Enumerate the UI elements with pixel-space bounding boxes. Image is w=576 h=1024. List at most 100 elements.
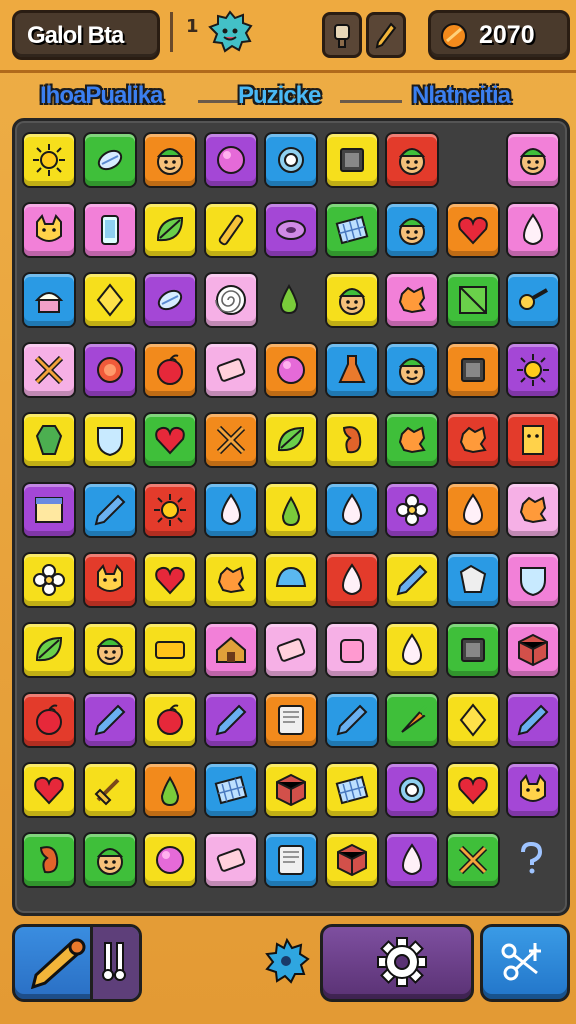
board-tile[interactable]: [22, 832, 76, 888]
board-tile[interactable]: [203, 272, 258, 328]
board-tile[interactable]: [82, 132, 137, 188]
tab-puzicke[interactable]: Puzicke: [238, 82, 321, 110]
board-tile[interactable]: [264, 412, 318, 468]
board-tile[interactable]: [82, 202, 137, 258]
board-tile[interactable]: [506, 622, 560, 678]
board-tile[interactable]: [82, 482, 137, 538]
board-tile[interactable]: [203, 482, 258, 538]
board-tile[interactable]: [324, 482, 379, 538]
board-tile[interactable]: [264, 202, 318, 258]
board-tile[interactable]: [22, 272, 76, 328]
board-tile[interactable]: [264, 482, 318, 538]
board-tile[interactable]: [506, 762, 560, 818]
board-tile[interactable]: [143, 622, 197, 678]
board-tile[interactable]: [143, 552, 197, 608]
board-tile[interactable]: [264, 552, 318, 608]
board-tile[interactable]: [203, 832, 258, 888]
tab-nlatneitia[interactable]: Nlatneitia: [412, 82, 511, 110]
board-tile[interactable]: [385, 762, 439, 818]
board-tile[interactable]: [445, 342, 500, 398]
board-tile[interactable]: [82, 622, 137, 678]
board-tile[interactable]: [264, 832, 318, 888]
lantern-button[interactable]: [322, 12, 362, 58]
board-tile[interactable]: [82, 342, 137, 398]
board-tile[interactable]: [264, 762, 318, 818]
board-tile[interactable]: [385, 272, 439, 328]
board-tile[interactable]: [143, 762, 197, 818]
board-tile[interactable]: [82, 692, 137, 748]
board-tile[interactable]: [385, 132, 439, 188]
settings-button[interactable]: [320, 924, 474, 1002]
board-tile[interactable]: [22, 342, 76, 398]
board-tile[interactable]: [324, 692, 379, 748]
board-tile[interactable]: [203, 622, 258, 678]
board-tile[interactable]: [82, 552, 137, 608]
board-tile[interactable]: [385, 832, 439, 888]
board-tile[interactable]: [445, 202, 500, 258]
board-tile[interactable]: [445, 272, 500, 328]
board-tile[interactable]: [506, 412, 560, 468]
tab-ihoapualika[interactable]: IhoaPualika: [40, 82, 163, 110]
board-tile[interactable]: [324, 762, 379, 818]
board-tile[interactable]: [22, 552, 76, 608]
board-tile[interactable]: [203, 342, 258, 398]
board-tile[interactable]: [324, 272, 379, 328]
board-tile[interactable]: [264, 342, 318, 398]
tools-button[interactable]: [480, 924, 570, 1002]
board-tile[interactable]: [22, 622, 76, 678]
board-tile[interactable]: [143, 272, 197, 328]
board-tile[interactable]: [22, 692, 76, 748]
scissors-tab[interactable]: [90, 927, 139, 999]
board-tile[interactable]: [203, 202, 258, 258]
board-tile[interactable]: [22, 202, 76, 258]
board-tile[interactable]: [385, 202, 439, 258]
board-tile[interactable]: [324, 552, 379, 608]
board-tile[interactable]: [506, 692, 560, 748]
board-tile[interactable]: [506, 552, 560, 608]
board-tile[interactable]: [445, 552, 500, 608]
board-tile[interactable]: [143, 692, 197, 748]
board-tile[interactable]: [385, 342, 439, 398]
board-tile[interactable]: [445, 762, 500, 818]
board-tile[interactable]: [324, 412, 379, 468]
board-tile[interactable]: [22, 762, 76, 818]
board-tile[interactable]: [203, 412, 258, 468]
board-tile[interactable]: [143, 482, 197, 538]
board-tile[interactable]: [22, 412, 76, 468]
board-tile[interactable]: [22, 132, 76, 188]
board-tile[interactable]: [82, 762, 137, 818]
board-tile[interactable]: [82, 412, 137, 468]
board-tile[interactable]: [264, 622, 318, 678]
board-tile[interactable]: [385, 482, 439, 538]
board-tile[interactable]: [324, 622, 379, 678]
board-tile[interactable]: [82, 272, 137, 328]
board-tile[interactable]: [506, 132, 560, 188]
board-tile[interactable]: [264, 692, 318, 748]
board-tile[interactable]: [203, 762, 258, 818]
board-tile[interactable]: [506, 202, 560, 258]
board-tile[interactable]: [506, 832, 560, 888]
board-tile[interactable]: [324, 132, 379, 188]
board-tile[interactable]: [445, 832, 500, 888]
board-tile[interactable]: [143, 342, 197, 398]
board-tile[interactable]: [445, 412, 500, 468]
board-tile[interactable]: [324, 832, 379, 888]
board-tile[interactable]: [324, 202, 379, 258]
board-tile[interactable]: [82, 832, 137, 888]
board-tile[interactable]: [445, 482, 500, 538]
board-tile[interactable]: [264, 272, 318, 328]
board-tile[interactable]: [506, 342, 560, 398]
board-tile[interactable]: [143, 202, 197, 258]
board-tile[interactable]: [506, 482, 560, 538]
board-tile[interactable]: [22, 482, 76, 538]
board-tile[interactable]: [143, 132, 197, 188]
pencil-tool-button[interactable]: [12, 924, 142, 1002]
board-tile[interactable]: [324, 342, 379, 398]
board-tile[interactable]: [385, 692, 439, 748]
pencil-button[interactable]: [366, 12, 406, 58]
board-tile[interactable]: [506, 272, 560, 328]
board-tile[interactable]: [264, 132, 318, 188]
board-tile[interactable]: [203, 552, 258, 608]
board-tile[interactable]: [385, 552, 439, 608]
hint-virus-icon[interactable]: [262, 936, 312, 986]
